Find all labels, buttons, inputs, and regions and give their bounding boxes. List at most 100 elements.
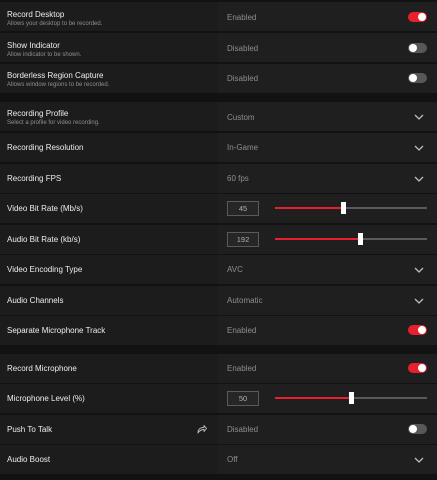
slider-thumb[interactable] bbox=[358, 233, 364, 245]
setting-description: Allow indicator to be shown. bbox=[7, 52, 82, 58]
setting-label-cell: Video Bit Rate (Mb/s) bbox=[0, 194, 216, 223]
chevron-down-icon bbox=[414, 298, 424, 304]
setting-row-record-microphone: Record Microphone Enabled bbox=[0, 354, 437, 383]
setting-value: Custom bbox=[227, 113, 255, 122]
setting-control-cell: Enabled bbox=[218, 354, 437, 383]
recording-profile-dropdown[interactable]: Custom bbox=[218, 102, 437, 131]
setting-control-cell: 50 bbox=[218, 384, 437, 413]
setting-value: Automatic bbox=[227, 296, 263, 305]
push-to-talk-toggle[interactable] bbox=[408, 424, 427, 434]
setting-label: Video Bit Rate (Mb/s) bbox=[7, 204, 83, 213]
setting-label-cell: Video Encoding Type bbox=[0, 255, 216, 284]
setting-label: Record Microphone bbox=[7, 364, 77, 373]
setting-label-cell: Audio Bit Rate (kb/s) bbox=[0, 225, 216, 254]
setting-label-cell: Record Desktop Allows your desktop to be… bbox=[0, 2, 216, 31]
microphone-level-input[interactable]: 50 bbox=[227, 391, 259, 406]
slider-thumb[interactable] bbox=[349, 392, 354, 404]
toggle-knob bbox=[418, 326, 426, 334]
setting-row-record-desktop: Record Desktop Allows your desktop to be… bbox=[0, 2, 437, 31]
video-encoding-dropdown[interactable]: AVC bbox=[218, 255, 437, 284]
share-arrow-icon[interactable] bbox=[197, 424, 207, 434]
setting-control-cell: 45 bbox=[218, 194, 437, 223]
setting-description: Allows window regions to be recorded. bbox=[7, 82, 110, 88]
chevron-down-icon bbox=[414, 457, 424, 463]
setting-value: Enabled bbox=[227, 364, 257, 373]
borderless-capture-toggle[interactable] bbox=[408, 73, 427, 83]
recording-resolution-dropdown[interactable]: In-Game bbox=[218, 133, 437, 162]
setting-control-cell: Disabled bbox=[218, 415, 437, 444]
chevron-down-icon bbox=[414, 176, 424, 182]
setting-label: Separate Microphone Track bbox=[7, 326, 106, 335]
setting-row-microphone-level: Microphone Level (%) 50 bbox=[0, 384, 437, 413]
setting-control-cell: Enabled bbox=[218, 2, 437, 31]
setting-row-audio-boost[interactable]: Audio Boost Off bbox=[0, 445, 437, 474]
setting-label: Push To Talk bbox=[7, 425, 53, 434]
setting-row-video-encoding[interactable]: Video Encoding Type AVC bbox=[0, 255, 437, 284]
setting-row-separate-mic-track: Separate Microphone Track Enabled bbox=[0, 316, 437, 345]
setting-control-cell: Disabled bbox=[218, 64, 437, 93]
setting-row-recording-profile[interactable]: Recording Profile Select a profile for v… bbox=[0, 102, 437, 131]
setting-value: Disabled bbox=[227, 425, 259, 434]
setting-control-cell: Disabled bbox=[218, 33, 437, 62]
chevron-down-icon bbox=[414, 114, 424, 120]
chevron-down-icon bbox=[414, 267, 424, 273]
setting-label: Recording Profile bbox=[7, 109, 69, 118]
setting-label-cell: Record Microphone bbox=[0, 354, 216, 383]
separate-mic-track-toggle[interactable] bbox=[408, 325, 427, 335]
setting-label-cell: Audio Boost bbox=[0, 445, 216, 474]
slider-fill bbox=[275, 397, 351, 399]
audio-bit-rate-input[interactable]: 192 bbox=[227, 232, 259, 247]
video-bit-rate-slider[interactable] bbox=[275, 202, 427, 214]
setting-label-cell: Push To Talk bbox=[0, 415, 216, 444]
setting-value: AVC bbox=[227, 265, 243, 274]
setting-value: Enabled bbox=[227, 13, 257, 22]
setting-label-cell: Separate Microphone Track bbox=[0, 316, 216, 345]
setting-label-cell: Show Indicator Allow indicator to be sho… bbox=[0, 33, 216, 62]
setting-value: 60 fps bbox=[227, 174, 249, 183]
setting-row-audio-bit-rate: Audio Bit Rate (kb/s) 192 bbox=[0, 225, 437, 254]
setting-label: Show Indicator bbox=[7, 41, 60, 50]
audio-channels-dropdown[interactable]: Automatic bbox=[218, 286, 437, 315]
microphone-level-slider[interactable] bbox=[275, 392, 427, 404]
audio-boost-dropdown[interactable]: Off bbox=[218, 445, 437, 474]
setting-row-recording-fps[interactable]: Recording FPS 60 fps bbox=[0, 164, 437, 193]
slider-fill bbox=[275, 238, 361, 240]
setting-row-recording-resolution[interactable]: Recording Resolution In-Game bbox=[0, 133, 437, 162]
setting-label-cell: Recording Resolution bbox=[0, 133, 216, 162]
record-microphone-toggle[interactable] bbox=[408, 363, 427, 373]
setting-label-cell: Recording FPS bbox=[0, 164, 216, 193]
setting-label-cell: Recording Profile Select a profile for v… bbox=[0, 102, 216, 131]
setting-label: Audio Bit Rate (kb/s) bbox=[7, 235, 81, 244]
setting-description: Allows your desktop to be recorded. bbox=[7, 21, 103, 27]
slider-fill bbox=[275, 207, 344, 209]
setting-value: In-Game bbox=[227, 143, 259, 152]
setting-row-borderless-capture: Borderless Region Capture Allows window … bbox=[0, 64, 437, 93]
setting-label: Recording Resolution bbox=[7, 143, 84, 152]
setting-value: Disabled bbox=[227, 44, 259, 53]
audio-bit-rate-slider[interactable] bbox=[275, 233, 427, 245]
setting-row-audio-channels[interactable]: Audio Channels Automatic bbox=[0, 286, 437, 315]
slider-thumb[interactable] bbox=[341, 202, 347, 214]
chevron-down-icon bbox=[414, 145, 424, 151]
setting-label: Record Desktop bbox=[7, 10, 65, 19]
toggle-knob bbox=[418, 13, 426, 21]
setting-label-cell: Audio Channels bbox=[0, 286, 216, 315]
setting-row-push-to-talk: Push To Talk Disabled bbox=[0, 415, 437, 444]
toggle-knob bbox=[409, 44, 417, 52]
setting-control-cell: 192 bbox=[218, 225, 437, 254]
recording-fps-dropdown[interactable]: 60 fps bbox=[218, 164, 437, 193]
setting-description: Select a profile for video recording. bbox=[7, 120, 100, 126]
toggle-knob bbox=[409, 425, 417, 433]
video-bit-rate-input[interactable]: 45 bbox=[227, 201, 259, 216]
record-desktop-toggle[interactable] bbox=[408, 12, 427, 22]
setting-row-show-indicator: Show Indicator Allow indicator to be sho… bbox=[0, 33, 437, 62]
setting-label-cell: Borderless Region Capture Allows window … bbox=[0, 64, 216, 93]
setting-row-video-bit-rate: Video Bit Rate (Mb/s) 45 bbox=[0, 194, 437, 223]
setting-value: Enabled bbox=[227, 326, 257, 335]
setting-label: Recording FPS bbox=[7, 174, 62, 183]
setting-value: Off bbox=[227, 455, 238, 464]
toggle-knob bbox=[418, 364, 426, 372]
setting-label-cell: Microphone Level (%) bbox=[0, 384, 216, 413]
show-indicator-toggle[interactable] bbox=[408, 43, 427, 53]
setting-label: Video Encoding Type bbox=[7, 265, 83, 274]
